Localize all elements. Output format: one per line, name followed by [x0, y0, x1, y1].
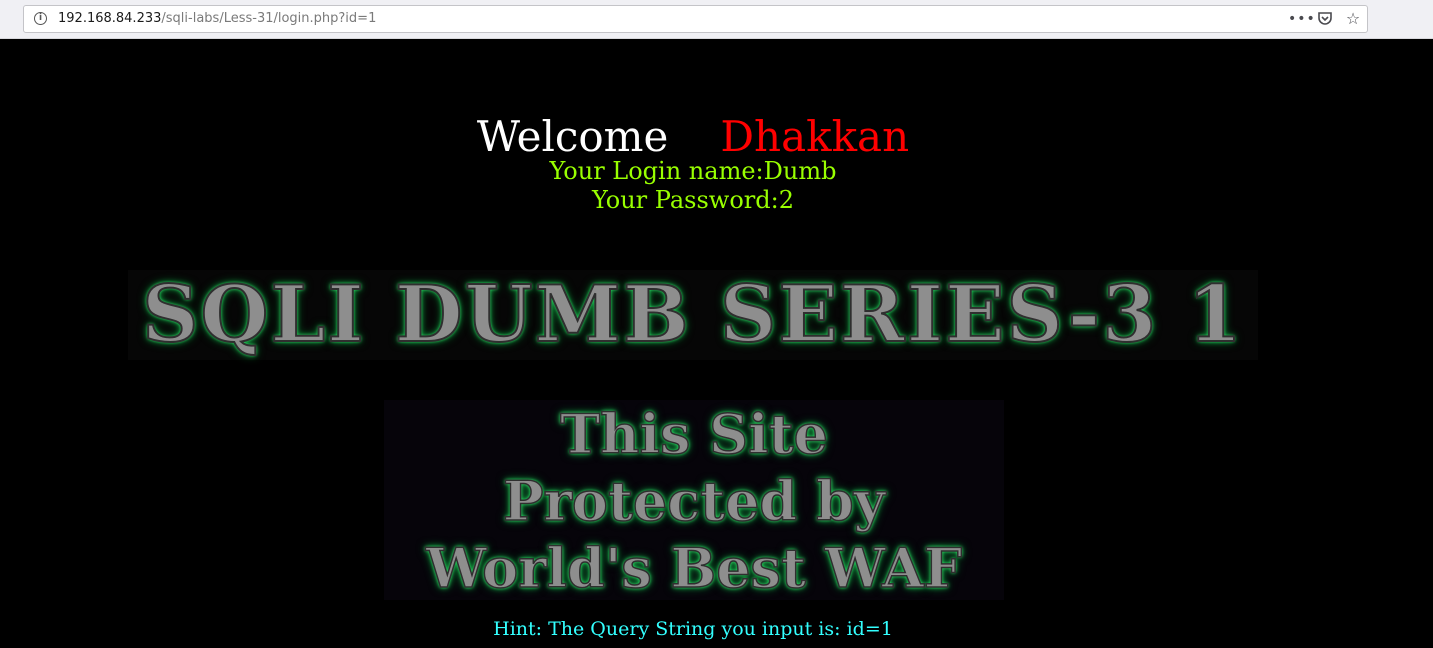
series-banner: SQLI DUMB SERIES-3 1	[128, 269, 1258, 361]
welcome-heading: Welcome Dhakkan	[0, 112, 1386, 161]
info-icon[interactable]: i	[34, 12, 47, 25]
password-text: Your Password:2	[592, 186, 794, 214]
welcome-label: Welcome	[476, 112, 669, 161]
address-bar[interactable]: i 192.168.84.233/sqli-labs/Less-31/login…	[23, 5, 1368, 33]
url-host: 192.168.84.233	[58, 11, 162, 26]
waf-line-1: This Site	[559, 401, 828, 467]
more-actions-icon[interactable]: •••	[1288, 10, 1315, 28]
welcome-name: Dhakkan	[720, 112, 910, 161]
url-path: /sqli-labs/Less-31/login.php?id=1	[161, 11, 377, 26]
page-body: Welcome Dhakkan Your Login name:Dumb Your…	[0, 40, 1433, 648]
query-hint: Hint: The Query String you input is: id=…	[493, 618, 893, 640]
pocket-icon[interactable]	[1316, 10, 1334, 28]
url-text[interactable]: 192.168.84.233/sqli-labs/Less-31/login.p…	[58, 11, 376, 26]
banner-title: SQLI DUMB SERIES-3 1	[141, 269, 1244, 361]
star-icon[interactable]: ☆	[1344, 10, 1362, 28]
browser-toolbar: i 192.168.84.233/sqli-labs/Less-31/login…	[0, 0, 1433, 39]
waf-line-2: Protected by	[502, 468, 886, 534]
waf-line-3: World's Best WAF	[425, 535, 963, 601]
login-name-text: Your Login name:Dumb	[549, 157, 837, 185]
waf-banner: This Site Protected by World's Best WAF	[384, 400, 1004, 601]
